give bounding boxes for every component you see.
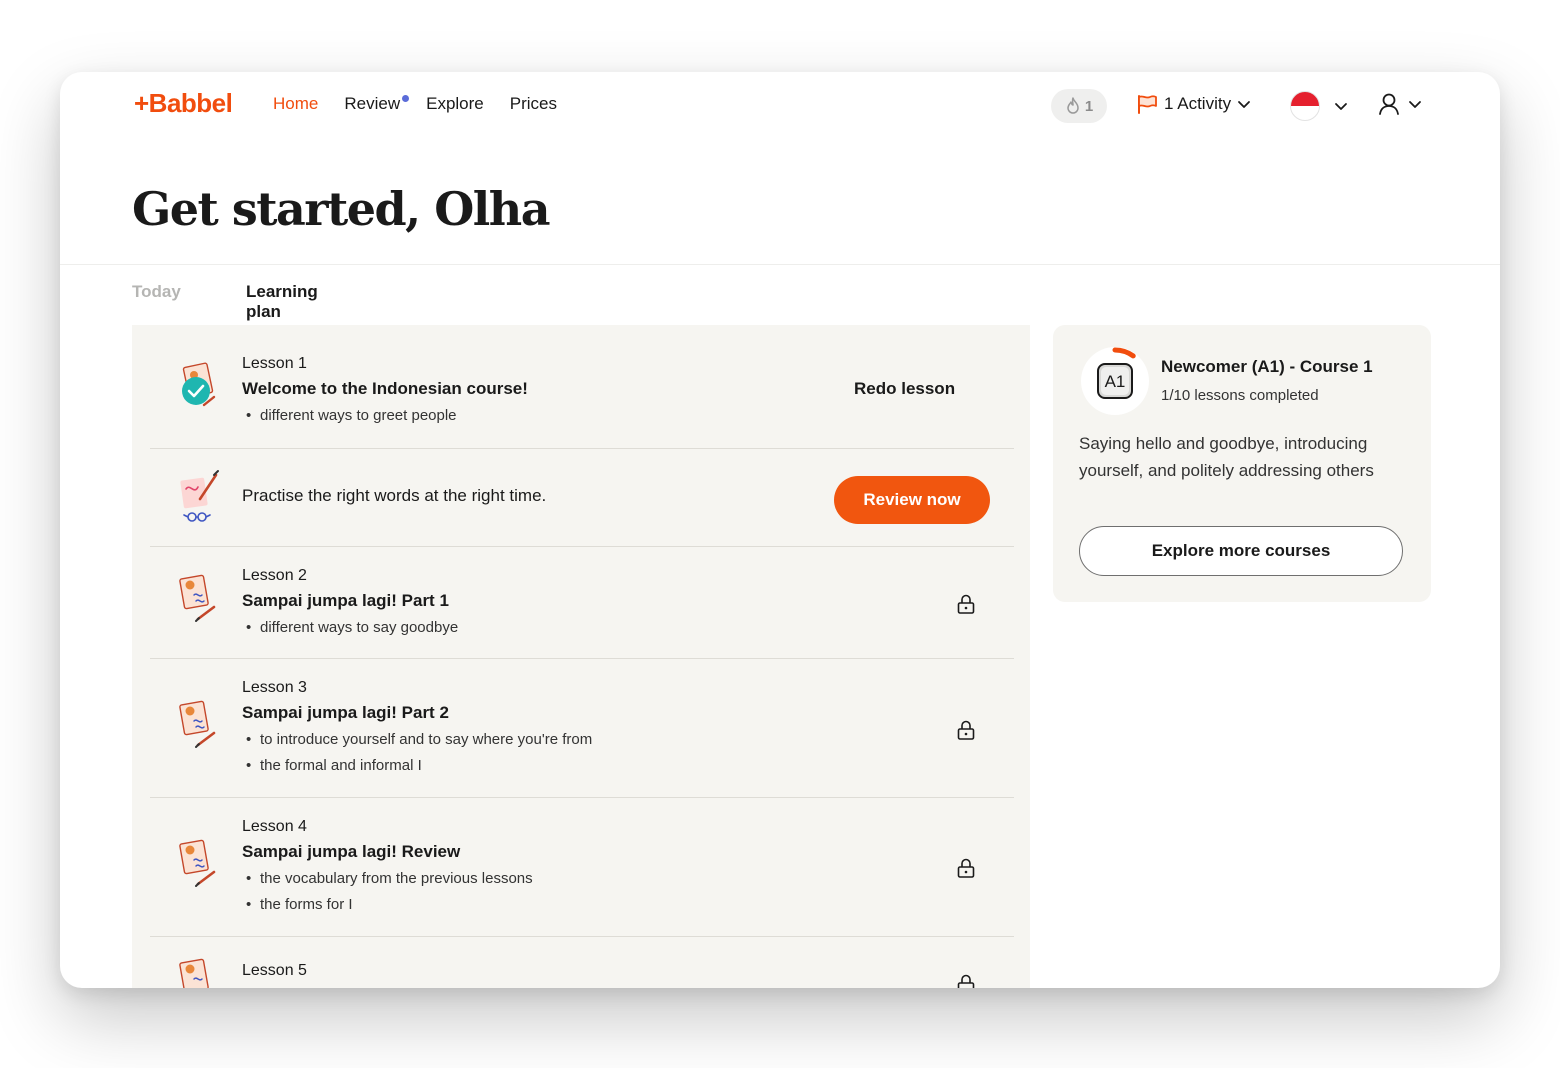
lesson-topic: the formal and informal I xyxy=(242,757,592,774)
streak-badge[interactable]: 1 xyxy=(1051,89,1107,123)
review-now-button[interactable]: Review now xyxy=(834,476,990,524)
nav-prices[interactable]: Prices xyxy=(510,94,557,114)
lesson-topics: different ways to greet people xyxy=(242,407,528,424)
lesson-number: Lesson 5 xyxy=(242,962,307,979)
lesson-number: Lesson 4 xyxy=(242,818,307,835)
nav-review-label: Review xyxy=(344,94,401,113)
lesson-icon xyxy=(179,958,209,988)
app-window: +Babbel Home Review Explore Prices 1 1 A… xyxy=(60,72,1500,988)
lesson-title: Sampai jumpa lagi! Review xyxy=(242,842,461,861)
nav-review[interactable]: Review xyxy=(344,94,410,114)
learning-plan-list: Lesson 1 Welcome to the Indonesian cours… xyxy=(132,325,1030,988)
review-row: Practise the right words at the right ti… xyxy=(150,449,1014,547)
user-menu[interactable] xyxy=(1378,92,1422,116)
lesson-meta: Lesson 4 Sampai jumpa lagi! Review the v… xyxy=(242,818,533,922)
course-description: Saying hello and goodbye, introducing yo… xyxy=(1079,434,1374,480)
course-card: A1 Newcomer (A1) - Course 1 1/10 lessons… xyxy=(1053,325,1431,602)
nav-links: Home Review Explore Prices xyxy=(273,94,557,114)
lesson-topic: different ways to greet people xyxy=(242,407,528,424)
nav-home[interactable]: Home xyxy=(273,94,318,114)
lesson-row[interactable]: Lesson 2 Sampai jumpa lagi! Part 1 diffe… xyxy=(150,547,1014,659)
lesson-meta: Lesson 3 Sampai jumpa lagi! Part 2 to in… xyxy=(242,679,592,783)
lock-icon xyxy=(957,858,975,878)
lock-icon xyxy=(957,594,975,614)
lesson-topics: different ways to say goodbye xyxy=(242,619,458,636)
page-title: Get started, Olha xyxy=(132,182,551,236)
lesson-row[interactable]: Lesson 4 Sampai jumpa lagi! Review the v… xyxy=(150,798,1014,937)
lesson-title: Sampai jumpa lagi! Part 2 xyxy=(242,703,449,722)
lesson-row[interactable]: Lesson 1 Welcome to the Indonesian cours… xyxy=(150,325,1014,449)
lesson-topic: different ways to say goodbye xyxy=(242,619,458,636)
streak-count: 1 xyxy=(1084,97,1094,115)
activity-dropdown[interactable]: 1 Activity xyxy=(1136,94,1251,114)
lesson-topic: the forms for I xyxy=(242,896,533,913)
course-progress-text: 1/10 lessons completed xyxy=(1161,387,1319,404)
lesson-meta: Lesson 2 Sampai jumpa lagi! Part 1 diffe… xyxy=(242,567,458,645)
flame-icon xyxy=(1067,97,1079,114)
lesson-meta: Lesson 1 Welcome to the Indonesian cours… xyxy=(242,355,528,433)
lesson-row[interactable]: Lesson 5 xyxy=(150,937,1014,988)
review-prompt-text: Practise the right words at the right ti… xyxy=(242,486,547,505)
indonesia-flag-icon xyxy=(1290,91,1320,121)
flag-icon xyxy=(1138,95,1157,114)
redo-lesson-button[interactable]: Redo lesson xyxy=(854,379,955,399)
lesson-number: Lesson 2 xyxy=(242,567,307,584)
lesson-number: Lesson 1 xyxy=(242,355,307,372)
babbel-logo[interactable]: +Babbel xyxy=(134,88,233,119)
lesson-icon xyxy=(179,574,216,622)
notification-dot xyxy=(402,95,410,102)
tab-today[interactable]: Today xyxy=(132,282,181,320)
top-navigation: +Babbel Home Review Explore Prices 1 1 A… xyxy=(60,72,1500,138)
header-divider xyxy=(60,264,1500,265)
lesson-completed-icon xyxy=(182,362,216,407)
user-icon xyxy=(1379,93,1399,115)
lesson-icon xyxy=(179,700,216,748)
lesson-topic: to introduce yourself and to say where y… xyxy=(242,731,592,748)
lesson-title: Welcome to the Indonesian course! xyxy=(242,379,528,398)
chevron-down-icon xyxy=(1238,101,1250,108)
course-badge-icon: A1 xyxy=(1081,347,1149,415)
lesson-number: Lesson 3 xyxy=(242,679,307,696)
review-practice-icon xyxy=(180,470,219,522)
explore-more-courses-button[interactable]: Explore more courses xyxy=(1079,526,1403,576)
course-name: Newcomer (A1) - Course 1 xyxy=(1161,357,1373,376)
language-selector[interactable] xyxy=(1290,91,1348,121)
chevron-down-icon xyxy=(1335,103,1347,110)
nav-explore[interactable]: Explore xyxy=(426,94,484,114)
activity-label: 1 Activity xyxy=(1164,94,1232,113)
lesson-topics: to introduce yourself and to say where y… xyxy=(242,731,592,774)
course-badge-label: A1 xyxy=(1105,372,1126,391)
lock-icon xyxy=(957,974,975,988)
lesson-topics: the vocabulary from the previous lessons… xyxy=(242,870,533,913)
lesson-meta: Lesson 5 xyxy=(242,962,307,986)
lock-icon xyxy=(957,720,975,740)
chevron-down-icon xyxy=(1409,101,1421,108)
lesson-title: Sampai jumpa lagi! Part 1 xyxy=(242,591,449,610)
lesson-row[interactable]: Lesson 3 Sampai jumpa lagi! Part 2 to in… xyxy=(150,659,1014,798)
lesson-icon xyxy=(179,839,216,887)
lesson-topic: the vocabulary from the previous lessons xyxy=(242,870,533,887)
course-progress-badge: A1 xyxy=(1079,345,1151,417)
